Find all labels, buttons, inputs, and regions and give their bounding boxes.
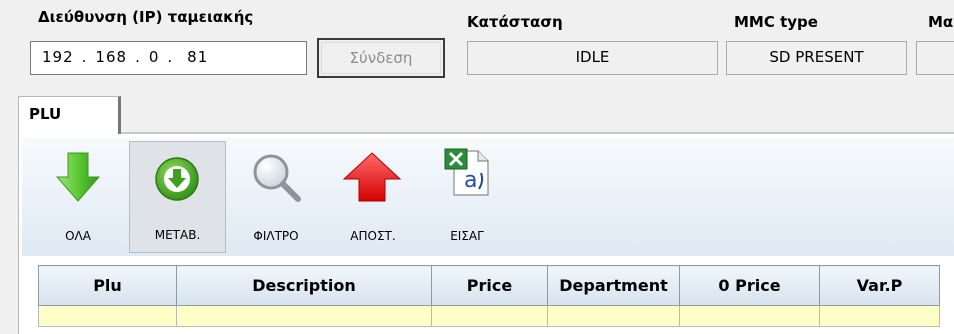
status-field: IDLE [467,41,718,75]
mmc-type-field: SD PRESENT [726,41,907,75]
tab-plu[interactable]: PLU [18,96,121,134]
ip-separator: . [167,48,174,66]
table-cell [431,305,548,327]
ip-octet-4: 81 [187,48,209,66]
column-header-price[interactable]: Price [431,265,548,306]
toolbar-label-all: ΟΛΑ [65,229,91,243]
arrow-up-red-icon [342,152,402,202]
table-cell [819,305,940,327]
mmc-type-label: MMC type [734,13,818,31]
toolbar-button-filter[interactable]: ΦΙΛΤΡΟ [236,141,316,253]
ip-separator: . [81,48,88,66]
ip-address-label: Διεύθυνση (IP) ταμειακής [38,8,254,26]
toolbar-label-import: ΕΙΣΑΓ [450,229,484,243]
status-label: Κατάσταση [467,13,563,31]
ip-separator: . [135,48,141,66]
column-header-plu[interactable]: Plu [38,265,177,306]
table-row[interactable] [38,305,940,327]
toolbar-label-filter: ΦΙΛΤΡΟ [253,229,299,243]
table-header-row: Plu Description Price Department 0 Price… [38,265,940,306]
excel-file-icon: a [444,148,489,196]
ip-address-input[interactable]: 192. 168. 0. 81 [30,41,307,75]
plu-table: Plu Description Price Department 0 Price… [38,265,940,327]
toolbar-button-send[interactable]: ΑΠΟΣΤ. [334,141,412,253]
toolbar-label-send: ΑΠΟΣΤ. [350,229,396,243]
column-header-description[interactable]: Description [176,265,432,306]
toolbar-label-transfer: ΜΕΤΑΒ. [154,228,201,242]
table-cell [679,305,820,327]
ip-octet-1: 192 [42,48,74,66]
toolbar-button-all[interactable]: ΟΛΑ [38,141,118,253]
column-header-var-price[interactable]: Var.P [819,265,940,306]
svg-text:a: a [464,168,477,193]
extra-field [916,41,954,75]
ip-octet-3: 0 [148,48,160,66]
connect-button-label: Σύνδεση [321,42,441,74]
column-header-department[interactable]: Department [547,265,680,306]
arrow-down-green-icon [56,152,100,202]
download-circle-icon [155,157,199,201]
ip-octet-2: 168 [95,48,128,66]
table-cell [38,305,177,327]
toolbar-button-import[interactable]: a ΕΙΣΑΓ [428,141,506,253]
extra-field-label: Μα [928,13,954,31]
table-cell [176,305,432,327]
toolbar-button-transfer[interactable]: ΜΕΤΑΒ. [129,141,226,253]
column-header-zero-price[interactable]: 0 Price [679,265,820,306]
magnifier-icon [253,154,301,202]
table-cell [547,305,680,327]
connect-button[interactable]: Σύνδεση [317,38,445,78]
